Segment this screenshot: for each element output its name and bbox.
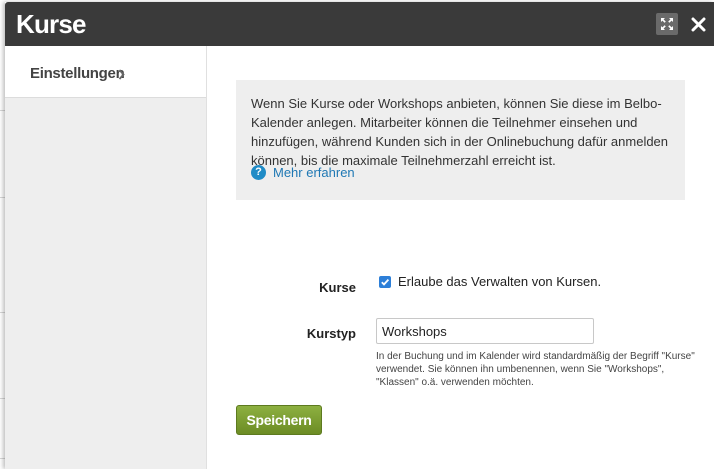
allow-courses-checkbox[interactable]	[379, 276, 391, 288]
sidebar-item-label: Einstellungen	[30, 65, 125, 82]
close-icon	[691, 17, 705, 31]
info-text: Wenn Sie Kurse oder Workshops anbieten, …	[251, 96, 669, 168]
course-type-label: Kurstyp	[306, 326, 356, 341]
close-button[interactable]	[687, 12, 709, 36]
sidebar: Einstellungen	[5, 46, 207, 469]
sidebar-item-settings[interactable]: Einstellungen	[5, 46, 206, 98]
settings-content: Wenn Sie Kurse oder Workshops anbieten, …	[207, 46, 714, 469]
chevron-right-icon	[118, 69, 125, 80]
allow-courses-checkbox-label[interactable]: Erlaube das Verwalten von Kursen.	[398, 274, 601, 289]
more-info-link-label: Mehr erfahren	[273, 165, 355, 180]
expand-icon	[661, 18, 673, 30]
modal-body: Einstellungen Wenn Sie Kurse oder Worksh…	[5, 46, 714, 469]
info-box: Wenn Sie Kurse oder Workshops anbieten, …	[236, 80, 685, 200]
courses-modal: Kurse Einstellungen Wenn Sie Kurse oder …	[5, 2, 714, 469]
modal-title: Kurse	[16, 9, 86, 39]
more-info-link[interactable]: ? Mehr erfahren	[251, 165, 355, 180]
help-circle-icon: ?	[251, 165, 266, 180]
save-button[interactable]: Speichern	[236, 405, 322, 435]
course-type-help-text: In der Buchung und im Kalender wird stan…	[376, 351, 695, 388]
course-type-input[interactable]	[376, 318, 594, 344]
checkmark-icon	[381, 278, 390, 286]
courses-label: Kurse	[319, 280, 356, 295]
expand-button[interactable]	[656, 13, 678, 35]
page: Kurse Einstellungen Wenn Sie Kurse oder …	[0, 0, 714, 469]
modal-header: Kurse	[5, 2, 714, 46]
